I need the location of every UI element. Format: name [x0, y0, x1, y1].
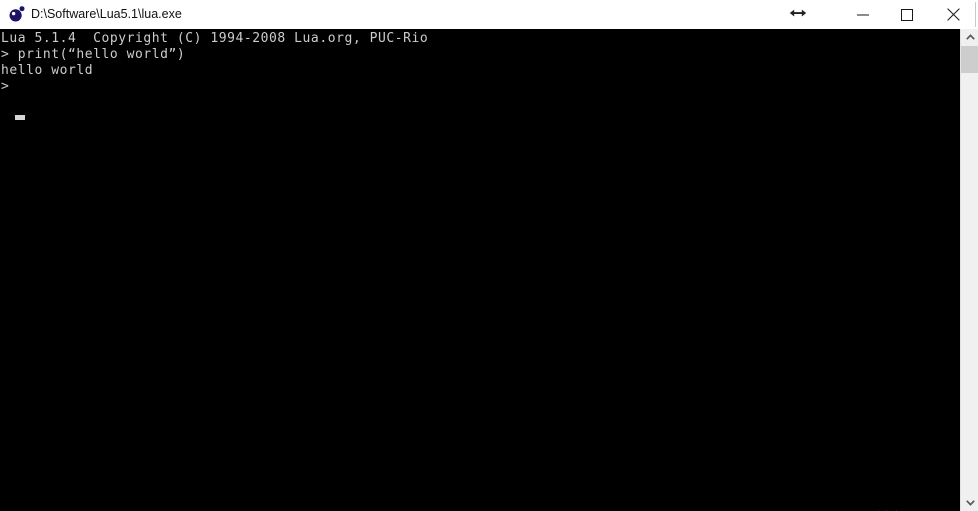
window-title: D:\Software\Lua5.1\lua.exe [31, 7, 182, 21]
close-button[interactable] [930, 0, 976, 29]
titlebar[interactable]: D:\Software\Lua5.1\lua.exe [0, 0, 978, 29]
console-text: Lua 5.1.4 Copyright (C) 1994-2008 Lua.or… [1, 31, 429, 94]
console-window: D:\Software\Lua5.1\lua.exe Lua 5.1.4 Cop… [0, 0, 978, 511]
scroll-up-button[interactable] [961, 29, 978, 46]
chevron-up-icon [965, 34, 975, 40]
horizontal-resize-cursor-icon [789, 4, 807, 22]
maximize-button[interactable] [884, 0, 930, 29]
lua-moon-icon [8, 5, 26, 23]
maximize-icon [901, 8, 913, 21]
minimize-button[interactable] [840, 0, 886, 29]
vertical-scrollbar[interactable] [960, 29, 978, 511]
watermark-overlay: @_博客 [855, 507, 905, 511]
console-output-area[interactable]: Lua 5.1.4 Copyright (C) 1994-2008 Lua.or… [0, 29, 960, 511]
block-cursor [15, 115, 25, 120]
scrollbar-track[interactable] [961, 46, 978, 494]
scroll-down-button[interactable] [961, 494, 978, 511]
minimize-icon [857, 14, 869, 15]
chevron-down-icon [965, 500, 975, 506]
close-icon [946, 8, 960, 21]
scrollbar-thumb[interactable] [961, 46, 978, 73]
titlebar-divider [975, 2, 976, 27]
